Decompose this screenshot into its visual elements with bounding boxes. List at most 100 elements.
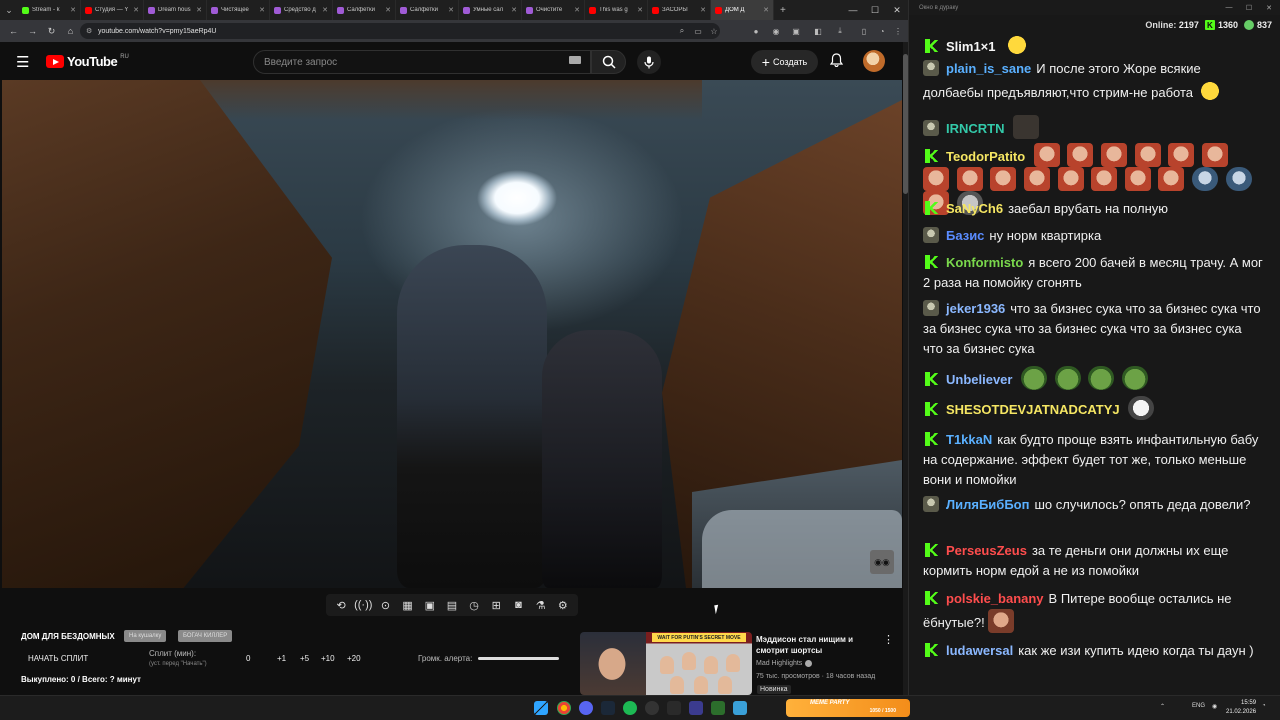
extension-icon[interactable]: ●: [750, 24, 762, 38]
bookmark-star-icon[interactable]: ☆: [708, 24, 720, 38]
system-clock[interactable]: 15:59 21.02.2026: [1226, 699, 1256, 717]
browser-tab[interactable]: ЗАСОРЫ ✕: [648, 0, 711, 20]
search-button[interactable]: [591, 50, 626, 74]
notifications-bell-icon[interactable]: [829, 53, 844, 70]
flask-icon[interactable]: ⚗: [531, 599, 551, 612]
keyboard-icon[interactable]: [569, 56, 581, 64]
settings-gear-icon[interactable]: ⚙: [553, 599, 573, 612]
tray-chevron-icon[interactable]: ⌃: [1160, 703, 1165, 710]
video-player[interactable]: ◉◉: [2, 80, 902, 588]
tag-pill[interactable]: БОГАЧ КИЛЛЕР: [178, 630, 233, 642]
game-widget[interactable]: MEME PARTY 1050 / 1500: [786, 699, 910, 717]
network-icon[interactable]: ◉: [1212, 703, 1217, 710]
profile-icon[interactable]: ◔: [876, 24, 888, 38]
chat-username[interactable]: IRNCRTN: [946, 121, 1005, 136]
split-add-button[interactable]: +20: [347, 654, 361, 663]
extension-icon[interactable]: ▣: [790, 24, 802, 38]
download-icon[interactable]: ⤓: [834, 24, 846, 38]
extension-icon[interactable]: ◉: [770, 24, 782, 38]
chat-username[interactable]: Konformisto: [946, 255, 1023, 270]
chat-username[interactable]: TeodorPatito: [946, 149, 1025, 164]
tab-search-icon[interactable]: ⌄: [0, 0, 18, 20]
chat-username[interactable]: plain_is_sane: [946, 61, 1031, 76]
split-add-button[interactable]: +10: [321, 654, 335, 663]
forward-icon[interactable]: →: [23, 26, 42, 36]
browser-tab[interactable]: Stream - k ✕: [18, 0, 81, 20]
chrome-icon[interactable]: [557, 701, 571, 715]
app-icon[interactable]: [711, 701, 725, 715]
tab-close-icon[interactable]: ✕: [133, 6, 139, 14]
chat-username[interactable]: SaNyCh6: [946, 201, 1003, 216]
tab-close-icon[interactable]: ✕: [574, 6, 580, 14]
browser-menu-icon[interactable]: ⋮: [892, 24, 904, 38]
speed-icon[interactable]: ◷: [464, 599, 484, 612]
close-icon[interactable]: ✕: [886, 0, 908, 20]
tab-close-icon[interactable]: ✕: [511, 6, 517, 14]
tag-pill[interactable]: На кушалку: [124, 630, 167, 642]
chat-username[interactable]: ludawersal: [946, 643, 1013, 658]
shorts-thumbnail[interactable]: [580, 632, 646, 695]
telegram-icon[interactable]: [733, 701, 747, 715]
browser-tab[interactable]: Средство д ✕: [270, 0, 333, 20]
steam-icon[interactable]: [601, 701, 615, 715]
miniplayer-toggle-icon[interactable]: ◉◉: [870, 550, 894, 574]
tab-close-icon[interactable]: ✕: [385, 6, 391, 14]
browser-tab[interactable]: Умные сал ✕: [459, 0, 522, 20]
app-icon[interactable]: [689, 701, 703, 715]
sidebar-icon[interactable]: ▯: [858, 24, 870, 38]
chat-username[interactable]: polskie_banany: [946, 591, 1044, 606]
tab-close-icon[interactable]: ✕: [196, 6, 202, 14]
shorts-recommendation[interactable]: WAIT FOR PUTIN'S SECRET MOVE Мэддисон ст…: [580, 630, 905, 695]
split-add-button[interactable]: +1: [277, 654, 286, 663]
tab-close-icon[interactable]: ✕: [322, 6, 328, 14]
browser-tab[interactable]: ДОМ Д ✕: [711, 0, 774, 20]
chat-username[interactable]: Unbeliever: [946, 372, 1012, 387]
screenshot-icon[interactable]: ◙: [508, 599, 528, 611]
filmstrip-icon[interactable]: ▤: [442, 599, 462, 612]
search-input[interactable]: Введите запрос: [253, 50, 591, 74]
app-icon[interactable]: [667, 701, 681, 715]
back-icon[interactable]: ←: [4, 26, 23, 36]
zoom-icon[interactable]: ⌕: [676, 24, 688, 38]
maximize-icon[interactable]: ☐: [1239, 0, 1259, 15]
browser-tab[interactable]: Dream hous ✕: [144, 0, 207, 20]
notifications-icon[interactable]: ◔: [1262, 703, 1266, 709]
start-split-button[interactable]: НАЧАТЬ СПЛИТ: [28, 654, 88, 663]
discord-icon[interactable]: [579, 701, 593, 715]
tab-close-icon[interactable]: ✕: [763, 6, 769, 14]
minimize-icon[interactable]: —: [842, 0, 864, 20]
windows-start-icon[interactable]: [534, 701, 548, 715]
tab-close-icon[interactable]: ✕: [700, 6, 706, 14]
chat-username[interactable]: ЛиляБибБоп: [946, 497, 1029, 512]
chat-username[interactable]: jeker1936: [946, 301, 1005, 316]
chat-username[interactable]: Slim1×1: [946, 39, 996, 54]
more-options-icon[interactable]: ⋮: [883, 633, 894, 646]
chat-username[interactable]: T1kkaN: [946, 432, 992, 447]
create-button[interactable]: + Создать: [751, 50, 818, 74]
obs-icon[interactable]: [645, 701, 659, 715]
split-add-button[interactable]: +5: [300, 654, 309, 663]
pip-icon[interactable]: ▣: [420, 599, 440, 612]
browser-tab[interactable]: Салфетки ✕: [396, 0, 459, 20]
chat-username[interactable]: PerseusZeus: [946, 543, 1027, 558]
maximize-icon[interactable]: ☐: [864, 0, 886, 20]
input-language[interactable]: ENG: [1192, 703, 1205, 709]
site-info-icon[interactable]: ⚙: [86, 27, 92, 35]
browser-tab[interactable]: This was g ✕: [585, 0, 648, 20]
url-field[interactable]: ⚙ youtube.com/watch?v=pmy15aeRp4U: [80, 23, 720, 39]
shorts-thumbnail[interactable]: WAIT FOR PUTIN'S SECRET MOVE: [646, 632, 752, 695]
youtube-logo[interactable]: YouTube RU: [46, 54, 129, 69]
extension-icon[interactable]: ◧: [812, 24, 824, 38]
audio-icon[interactable]: ((·)): [353, 599, 373, 611]
browser-tab[interactable]: Чистящее ✕: [207, 0, 270, 20]
hamburger-menu-icon[interactable]: ☰: [16, 53, 29, 71]
minimize-icon[interactable]: —: [1219, 0, 1239, 15]
chat-message-list[interactable]: Slim1×1 plain_is_sane И после этого Жоре …: [923, 33, 1273, 693]
tab-close-icon[interactable]: ✕: [448, 6, 454, 14]
browser-tab[interactable]: Студия — Y ✕: [81, 0, 144, 20]
shorts-title[interactable]: Мэддисон стал нищим и смотрит шортсы: [756, 634, 881, 656]
loop-icon[interactable]: ⟲: [331, 599, 351, 612]
shorts-channel[interactable]: Mad Highlights: [756, 660, 813, 667]
tab-close-icon[interactable]: ✕: [637, 6, 643, 14]
chat-username[interactable]: Базис: [946, 228, 984, 243]
